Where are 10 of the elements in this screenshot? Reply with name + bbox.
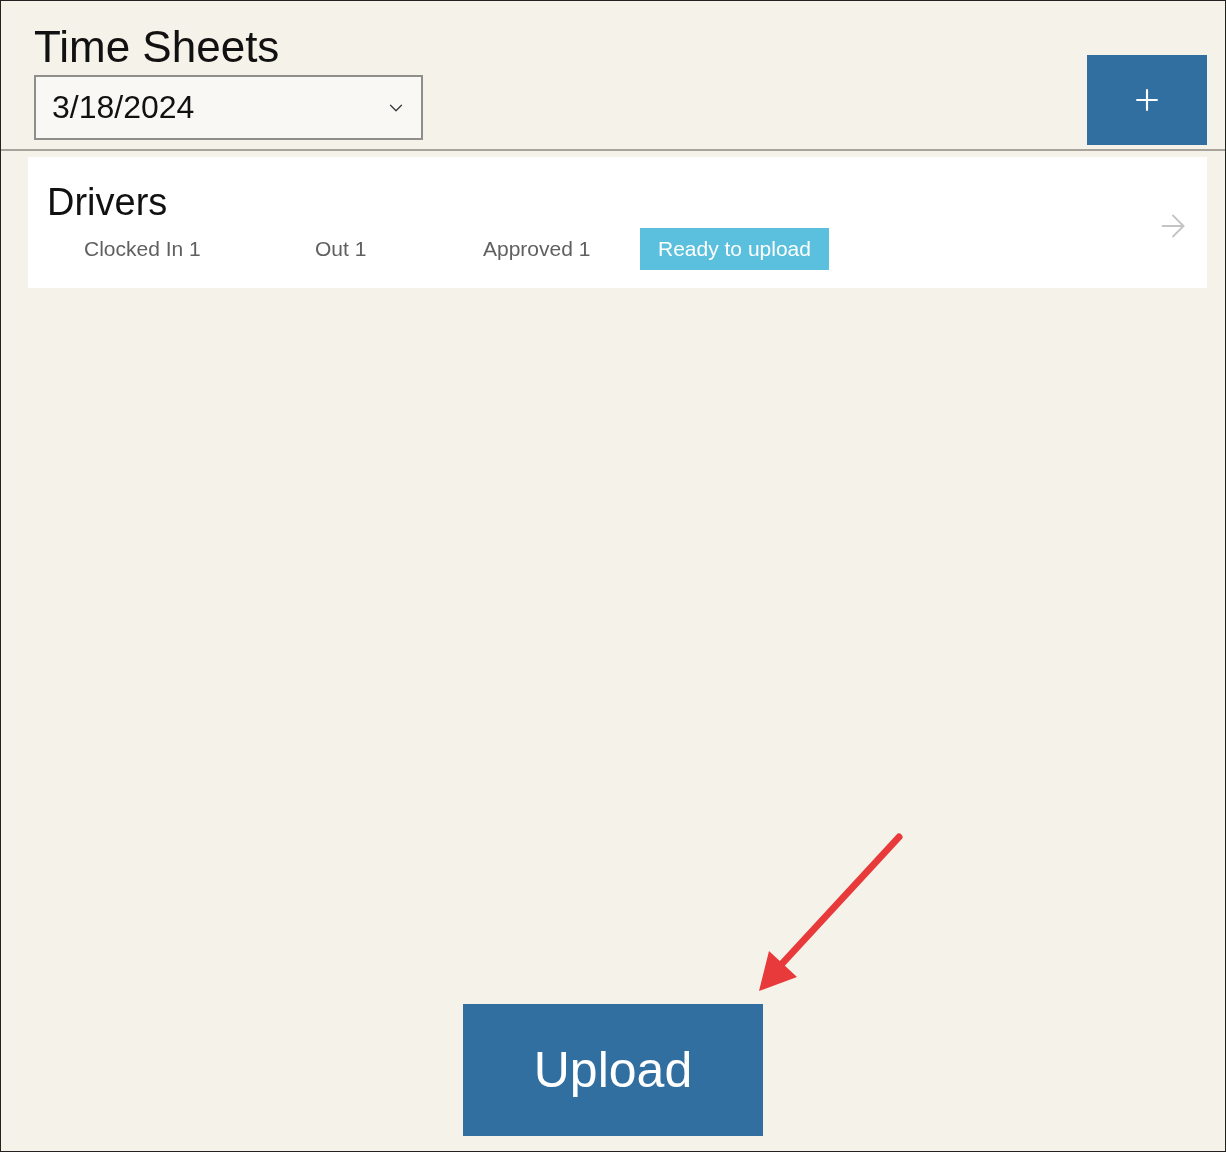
status-badge: Ready to upload <box>640 228 829 270</box>
page-title: Time Sheets <box>34 21 281 73</box>
add-button[interactable] <box>1087 55 1207 145</box>
status-count: Clocked In 1 <box>84 237 202 261</box>
status-count: Approved 1 <box>483 237 592 261</box>
upload-button[interactable]: Upload <box>463 1004 763 1136</box>
group-card[interactable]: Drivers Clocked In 1 Out 1 Approved 1 Ready to upload <box>28 157 1207 288</box>
date-dropdown[interactable]: 3/18/2024 <box>34 75 423 140</box>
group-name: Drivers <box>47 181 169 224</box>
status-count: Out 1 <box>315 237 368 261</box>
